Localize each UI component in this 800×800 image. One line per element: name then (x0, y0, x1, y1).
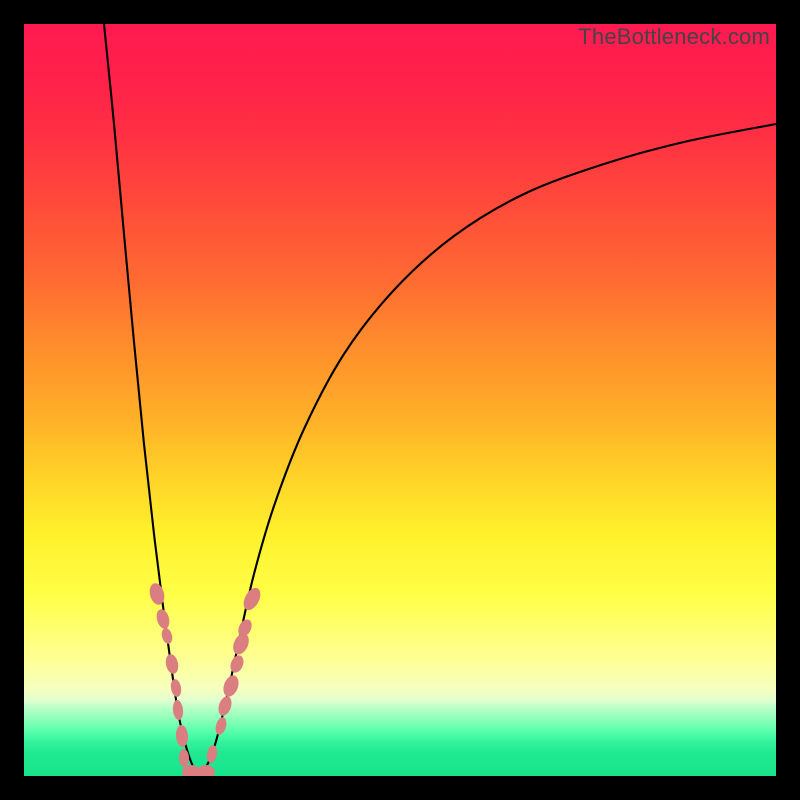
marker-blob (170, 678, 183, 697)
marker-blob (240, 585, 264, 613)
marker-blob (197, 765, 215, 776)
marker-blob (160, 627, 174, 645)
marker-blob (175, 725, 189, 748)
marker-blob (155, 608, 172, 630)
chart-svg (24, 24, 776, 776)
marker-blob (206, 744, 219, 763)
marker-blob (221, 673, 242, 698)
marker-blob (216, 695, 234, 718)
marker-blob (214, 716, 229, 736)
plot-frame: TheBottleneck.com (24, 24, 776, 776)
marker-blob (164, 653, 180, 675)
marker-blob (172, 700, 184, 721)
marker-blob (228, 653, 246, 674)
marker-blob (147, 582, 166, 607)
bottleneck-curve (104, 24, 776, 774)
marker-blob (236, 617, 255, 638)
